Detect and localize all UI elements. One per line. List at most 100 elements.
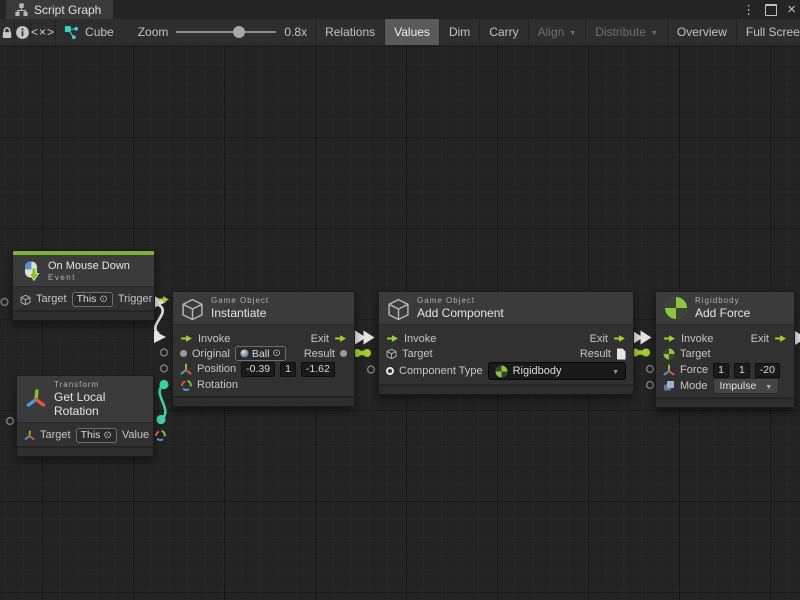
vector3-icon	[663, 364, 675, 376]
flow-arrow-icon[interactable]	[663, 334, 676, 343]
toolbar-button-overview[interactable]: Overview	[668, 19, 737, 45]
chevron-down-icon: ▼	[765, 384, 772, 391]
game-object-icon[interactable]	[386, 348, 397, 359]
port-label: Exit	[751, 333, 769, 345]
port-label: Result	[304, 348, 335, 360]
node-title: Add Component	[417, 306, 504, 320]
node-title: On Mouse Down	[48, 260, 130, 272]
value-port-icon[interactable]	[340, 350, 347, 357]
position-y-input[interactable]: 1	[280, 362, 296, 377]
vector3-icon	[180, 363, 192, 375]
node-get-local-rotation[interactable]: Transform Get Local Rotation Target This…	[16, 375, 154, 457]
toolbar-button-values[interactable]: Values	[385, 19, 440, 45]
node-add-force[interactable]: Rigidbody Add Force Invoke Exit	[655, 291, 795, 408]
flow-arrow-icon[interactable]	[157, 295, 170, 304]
enum-icon	[663, 380, 675, 392]
port-label: Exit	[311, 333, 329, 345]
node-footer	[13, 310, 154, 320]
component-result-icon[interactable]	[616, 348, 626, 360]
toolbar: <×> Cube Zoom 0.8x Relations Values Dim …	[0, 19, 800, 46]
zoom-slider[interactable]	[176, 25, 276, 39]
object-picker-icon[interactable]: ⊙	[99, 294, 107, 305]
node-add-component[interactable]: Game Object Add Component Invoke Exit	[378, 291, 634, 395]
component-type-dropdown[interactable]: Rigidbody ▼	[488, 362, 626, 380]
close-icon[interactable]: ×	[787, 0, 796, 19]
port-label: Force	[680, 364, 708, 376]
mouse-down-icon	[21, 260, 41, 282]
type-port-icon[interactable]	[386, 367, 394, 375]
info-button[interactable]	[15, 19, 31, 45]
force-z-input[interactable]: -20	[755, 363, 780, 378]
transform-icon	[25, 388, 47, 410]
port-label: Invoke	[681, 333, 713, 345]
rigidbody-icon	[664, 296, 688, 320]
toolbar-button-distribute[interactable]: Distribute ▼	[586, 19, 668, 45]
port-label: Exit	[590, 333, 608, 345]
toolbar-button-relations[interactable]: Relations	[316, 19, 385, 45]
toolbar-button-fullscreen[interactable]: Full Screen	[737, 19, 800, 45]
lock-icon	[0, 25, 14, 40]
node-on-mouse-down[interactable]: On Mouse Down Event Target This ⊙ Trigge…	[12, 250, 155, 321]
graph-icon	[14, 2, 29, 17]
flow-arrow-icon[interactable]	[334, 334, 347, 343]
node-group: Game Object	[211, 296, 269, 305]
node-footer	[17, 446, 153, 456]
rotation-icon	[180, 379, 192, 391]
window-controls: ⋮ ×	[742, 0, 796, 19]
port-label: Original	[192, 348, 230, 360]
lock-button[interactable]	[0, 19, 15, 45]
node-title: Get Local Rotation	[54, 390, 145, 418]
port-label: Mode	[680, 380, 708, 392]
breadcrumb[interactable]: Cube	[56, 19, 124, 45]
toolbar-button-dim[interactable]: Dim	[440, 19, 480, 45]
port-label: Target	[402, 348, 433, 360]
toolbar-button-carry[interactable]: Carry	[480, 19, 528, 45]
ball-icon	[240, 349, 249, 358]
node-footer	[656, 397, 794, 407]
node-subtitle: Event	[48, 273, 130, 282]
port-label: Value	[122, 429, 149, 441]
port-label: Trigger	[118, 293, 152, 305]
node-group: Transform	[54, 380, 145, 389]
window-menu-icon[interactable]: ⋮	[742, 0, 755, 19]
node-footer	[173, 396, 354, 406]
flow-arrow-icon[interactable]	[180, 334, 193, 343]
rigidbody-icon[interactable]	[663, 348, 675, 360]
chevron-down-icon: ▼	[612, 369, 619, 376]
script-graph-asset-icon	[64, 25, 79, 40]
port-label: Position	[197, 363, 236, 375]
node-title: Add Force	[695, 306, 750, 320]
toolbar-button-align[interactable]: Align ▼	[529, 19, 587, 45]
port-label: Target	[40, 429, 71, 441]
position-z-input[interactable]: -1.62	[301, 362, 335, 377]
force-y-input[interactable]: 1	[734, 363, 750, 378]
force-mode-dropdown[interactable]: Impulse ▼	[713, 378, 780, 394]
value-port-icon[interactable]	[180, 350, 187, 357]
original-value-chip[interactable]: Ball ⊙	[235, 346, 286, 361]
flow-arrow-icon[interactable]	[774, 334, 787, 343]
port-label: Invoke	[404, 333, 436, 345]
tab-script-graph[interactable]: Script Graph	[6, 0, 113, 19]
target-value-chip[interactable]: This ⊙	[72, 292, 113, 307]
chevron-down-icon: ▼	[651, 30, 658, 37]
game-object-icon	[387, 297, 410, 320]
target-value-chip[interactable]: This ⊙	[76, 428, 117, 443]
info-icon	[15, 25, 30, 40]
zoom-slider-track	[176, 31, 276, 33]
force-x-input[interactable]: 1	[713, 363, 729, 378]
flow-arrow-icon[interactable]	[613, 334, 626, 343]
chevron-down-icon: ▼	[569, 30, 576, 37]
node-instantiate[interactable]: Game Object Instantiate Invoke Exit O	[172, 291, 355, 407]
object-picker-icon[interactable]: ⊙	[272, 348, 280, 359]
maximize-icon[interactable]	[765, 4, 777, 16]
node-footer	[379, 384, 633, 394]
flow-arrow-icon[interactable]	[386, 334, 399, 343]
titlebar: Script Graph ⋮ ×	[0, 0, 800, 20]
transform-icon[interactable]	[24, 430, 35, 441]
zoom-slider-handle[interactable]	[233, 26, 245, 38]
port-label: Target	[680, 348, 711, 360]
position-x-input[interactable]: -0.39	[241, 362, 275, 377]
rotation-icon[interactable]	[154, 429, 166, 441]
code-view-button[interactable]: <×>	[31, 19, 56, 45]
object-picker-icon[interactable]: ⊙	[103, 430, 111, 441]
